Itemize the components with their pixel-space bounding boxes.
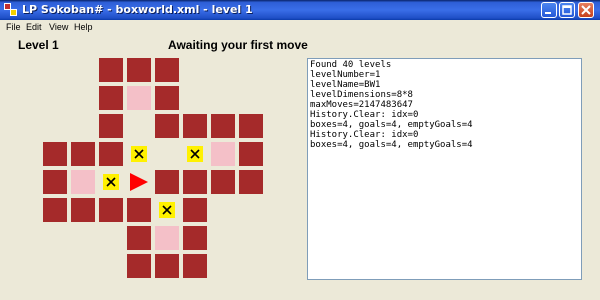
wall-tile (127, 254, 151, 278)
goal-tile (155, 226, 179, 250)
wall-tile (127, 226, 151, 250)
wall-tile (155, 86, 179, 110)
log-line: levelNumber=1 (310, 70, 381, 80)
wall-tile (155, 254, 179, 278)
minimize-icon (545, 12, 551, 14)
box-icon (131, 146, 147, 162)
wall-tile (155, 114, 179, 138)
goal-tile (127, 86, 151, 110)
wall-tile (183, 170, 207, 194)
wall-tile (211, 170, 235, 194)
box-tile (127, 142, 151, 166)
log-line: maxMoves=2147483647 (310, 100, 413, 110)
wall-tile (239, 170, 263, 194)
log-line: History.Clear: idx=0 (310, 110, 419, 120)
wall-tile (43, 142, 67, 166)
wall-tile (71, 198, 95, 222)
close-button[interactable] (578, 2, 594, 18)
player-tile (127, 170, 151, 194)
player-arrow-icon (130, 173, 148, 191)
maximize-button[interactable] (559, 2, 575, 18)
wall-tile (99, 198, 123, 222)
wall-tile (183, 226, 207, 250)
log-line: History.Clear: idx=0 (310, 130, 419, 140)
app-window: LP Sokoban# - boxworld.xml - level 1 Fil… (0, 0, 600, 300)
wall-tile (99, 114, 123, 138)
wall-tile (183, 114, 207, 138)
log-line: boxes=4, goals=4, emptyGoals=4 (310, 140, 473, 150)
box-icon (187, 146, 203, 162)
log-line: boxes=4, goals=4, emptyGoals=4 (310, 120, 473, 130)
wall-tile (155, 58, 179, 82)
log-line: levelDimensions=8*8 (310, 90, 413, 100)
maximize-icon (562, 5, 572, 15)
wall-tile (99, 142, 123, 166)
log-line: Found 40 levels (310, 60, 392, 70)
box-tile (99, 170, 123, 194)
wall-tile (155, 170, 179, 194)
wall-tile (99, 86, 123, 110)
minimize-button[interactable] (541, 2, 557, 18)
wall-tile (43, 198, 67, 222)
wall-tile (183, 198, 207, 222)
wall-tile (211, 114, 235, 138)
wall-tile (183, 254, 207, 278)
wall-tile (71, 142, 95, 166)
log-textbox[interactable]: Found 40 levels levelNumber=1 levelName=BW… (307, 58, 582, 280)
box-icon (159, 202, 175, 218)
wall-tile (127, 58, 151, 82)
wall-tile (127, 198, 151, 222)
box-icon (103, 174, 119, 190)
log-line: levelName=BW1 (310, 80, 381, 90)
wall-tile (239, 114, 263, 138)
box-tile (183, 142, 207, 166)
sokoban-board[interactable] (0, 0, 300, 300)
box-tile (155, 198, 179, 222)
wall-tile (43, 170, 67, 194)
goal-tile (71, 170, 95, 194)
wall-tile (239, 142, 263, 166)
wall-tile (99, 58, 123, 82)
close-icon (581, 5, 591, 15)
goal-tile (211, 142, 235, 166)
